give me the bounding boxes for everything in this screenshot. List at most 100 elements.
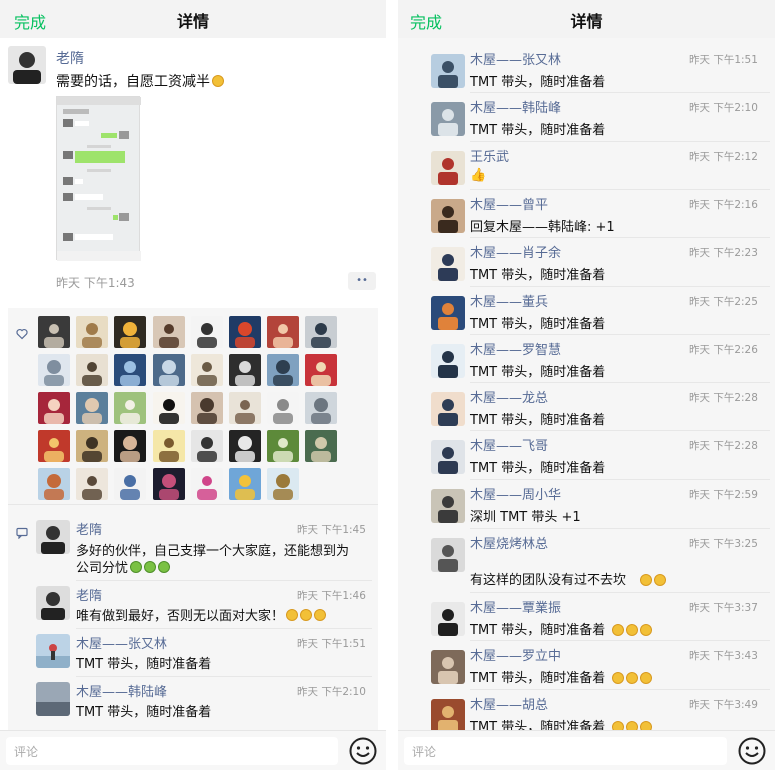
liker-avatar[interactable]	[305, 354, 338, 386]
comment-time: 昨天 下午3:49	[689, 699, 758, 711]
liker-avatar[interactable]	[229, 392, 261, 424]
liker-avatar[interactable]	[76, 430, 109, 462]
comment-author[interactable]: 木屋——张又林	[470, 49, 561, 68]
comment-text: 公司分忧	[76, 557, 171, 576]
heart-icon	[16, 325, 28, 344]
liker-avatar[interactable]	[305, 316, 338, 348]
comment-avatar[interactable]	[431, 440, 465, 474]
comment-avatar[interactable]	[36, 586, 70, 620]
liker-avatar[interactable]	[38, 468, 70, 500]
liker-avatar[interactable]	[152, 354, 185, 386]
liker-avatar[interactable]	[229, 354, 261, 386]
comment-time: 昨天 下午1:51	[297, 638, 366, 650]
comment-text: 唯有做到最好，否则无以面对大家！	[76, 605, 327, 624]
liker-avatar[interactable]	[190, 430, 223, 462]
comment-avatar[interactable]	[431, 392, 465, 426]
liker-avatar[interactable]	[38, 316, 70, 348]
comment-text: TMT 带头，随时准备着	[470, 671, 606, 686]
comment-divider	[470, 640, 770, 641]
liker-avatar[interactable]	[305, 392, 338, 424]
comment-avatar[interactable]	[431, 247, 465, 281]
comment-avatar[interactable]	[36, 634, 70, 668]
comment-divider	[470, 528, 770, 529]
post-author-avatar[interactable]	[8, 46, 46, 84]
liker-avatar[interactable]	[267, 392, 300, 424]
comment-author[interactable]: 木屋——韩陆峰	[470, 97, 561, 116]
comment-avatar[interactable]	[431, 151, 465, 185]
comment-avatar[interactable]	[431, 538, 465, 572]
comment-author[interactable]: 木屋——龙总	[470, 387, 548, 406]
comment-author[interactable]: 木屋——董兵	[470, 291, 548, 310]
liker-avatar[interactable]	[267, 316, 300, 348]
comment-divider	[470, 430, 770, 431]
liker-avatar[interactable]	[152, 430, 185, 462]
comment-author[interactable]: 木屋——曾平	[470, 194, 548, 213]
comment-author[interactable]: 木屋——飞哥	[470, 435, 548, 454]
liker-avatar[interactable]	[38, 392, 70, 424]
comment-author[interactable]: 木屋——胡总	[470, 694, 548, 713]
comment-avatar[interactable]	[431, 102, 465, 136]
liker-avatar[interactable]	[190, 354, 223, 386]
comment-avatar[interactable]	[431, 199, 465, 233]
post-author-name[interactable]: 老隋	[56, 48, 84, 68]
post-image-thumbnail[interactable]	[56, 96, 141, 261]
liker-avatar[interactable]	[152, 316, 185, 348]
liker-avatar[interactable]	[229, 316, 261, 348]
liker-avatar[interactable]	[190, 468, 223, 500]
emoji-button-icon[interactable]	[348, 736, 378, 766]
comment-author[interactable]: 王乐武	[470, 146, 509, 165]
emoji-group	[610, 620, 652, 639]
comment-author[interactable]: 木屋——肖子余	[470, 242, 561, 261]
comment-avatar[interactable]	[431, 296, 465, 330]
comment-author[interactable]: 木屋——张又林	[76, 633, 167, 652]
comment-avatar[interactable]	[431, 699, 465, 733]
liker-avatar[interactable]	[114, 430, 147, 462]
liker-avatar[interactable]	[114, 316, 147, 348]
comment-author[interactable]: 木屋——周小华	[470, 484, 561, 503]
liker-avatar[interactable]	[76, 316, 109, 348]
comment-input[interactable]: 评论	[404, 737, 727, 765]
comment-input[interactable]: 评论	[6, 737, 338, 765]
liker-avatar[interactable]	[38, 354, 70, 386]
emoji-button-icon[interactable]	[737, 736, 767, 766]
liker-avatar[interactable]	[38, 430, 70, 462]
liker-avatar[interactable]	[267, 354, 300, 386]
comment-avatar[interactable]	[36, 682, 70, 716]
liker-avatar[interactable]	[229, 468, 261, 500]
liker-avatar[interactable]	[190, 316, 223, 348]
comment-author[interactable]: 木屋烧烤林总	[470, 533, 548, 552]
liker-avatar[interactable]	[76, 354, 109, 386]
comment-avatar[interactable]	[431, 489, 465, 523]
comment-avatar[interactable]	[431, 650, 465, 684]
liker-avatar[interactable]	[76, 392, 109, 424]
comment-text: TMT 带头，随时准备着	[470, 268, 606, 283]
comment-avatar[interactable]	[431, 344, 465, 378]
comment-avatar[interactable]	[431, 602, 465, 636]
liker-avatar[interactable]	[114, 392, 147, 424]
comment-time: 昨天 下午1:51	[689, 54, 758, 66]
liker-avatar[interactable]	[152, 392, 185, 424]
comment-author[interactable]: 木屋——罗智慧	[470, 339, 561, 358]
liker-avatar[interactable]	[267, 468, 300, 500]
more-actions-button[interactable]: ••	[348, 272, 376, 290]
liker-avatar[interactable]	[229, 430, 261, 462]
liker-avatar[interactable]	[152, 468, 185, 500]
comment-author[interactable]: 老隋	[76, 585, 102, 604]
liker-avatar[interactable]	[267, 430, 300, 462]
liker-avatar[interactable]	[114, 354, 147, 386]
comment-avatar[interactable]	[431, 54, 465, 88]
liker-avatar[interactable]	[76, 468, 109, 500]
liker-avatar[interactable]	[190, 392, 223, 424]
comment-author[interactable]: 木屋——韩陆峰	[76, 681, 167, 700]
liker-avatar[interactable]	[114, 468, 147, 500]
comment-author[interactable]: 木屋——覃業振	[470, 597, 561, 616]
comment-author[interactable]: 老隋	[76, 519, 102, 538]
emoji-icon	[300, 609, 313, 621]
comment-divider	[76, 676, 372, 677]
liker-avatar[interactable]	[305, 430, 338, 462]
panel-divider	[386, 0, 398, 770]
comment-divider	[470, 141, 770, 142]
comment-author[interactable]: 木屋——罗立中	[470, 645, 561, 664]
comment-avatar[interactable]	[36, 520, 70, 554]
likes-comments-divider	[8, 504, 378, 505]
